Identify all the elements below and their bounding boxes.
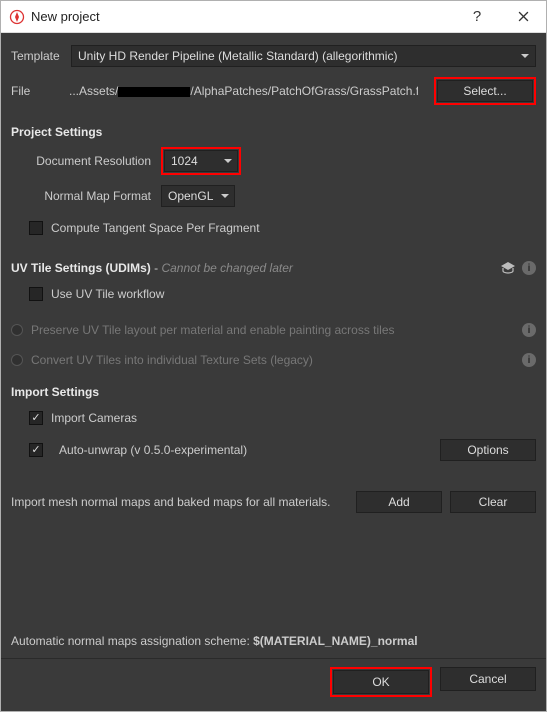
uv-settings-heading: UV Tile Settings (UDIMs) [11,261,151,275]
normal-fmt-dropdown[interactable]: OpenGL [161,185,235,207]
uv-convert-label: Convert UV Tiles into individual Texture… [31,353,313,367]
uv-convert-row: Convert UV Tiles into individual Texture… [11,353,536,367]
info-icon[interactable]: i [522,353,536,367]
graduation-cap-icon[interactable] [500,261,516,275]
auto-unwrap-row: Auto-unwrap (v 0.5.0-experimental) Optio… [29,439,536,461]
template-row: Template Unity HD Render Pipeline (Metal… [11,45,536,67]
uv-preserve-label: Preserve UV Tile layout per material and… [31,323,395,337]
close-button[interactable] [500,1,546,33]
redacted-segment [118,87,190,97]
compute-tangent-checkbox[interactable] [29,221,43,235]
file-row: File ...Assets//AlphaPatches/PatchOfGras… [11,77,536,105]
highlight-ok: OK [330,667,432,697]
template-select[interactable]: Unity HD Render Pipeline (Metallic Stand… [71,45,536,67]
cancel-button[interactable]: Cancel [440,667,536,691]
project-settings-heading: Project Settings [11,125,536,139]
window-title: New project [31,9,454,24]
doc-res-row: Document Resolution 1024 [29,147,536,175]
import-cameras-row: Import Cameras [29,407,536,429]
compute-tangent-row: Compute Tangent Space Per Fragment [29,217,536,239]
template-label: Template [11,49,63,63]
help-button[interactable]: ? [454,1,500,33]
import-normal-maps-row: Import mesh normal maps and baked maps f… [11,491,536,513]
file-label: File [11,84,61,98]
options-button[interactable]: Options [440,439,536,461]
import-cameras-label: Import Cameras [51,411,137,425]
import-cameras-checkbox[interactable] [29,411,43,425]
import-settings-heading: Import Settings [11,385,536,399]
file-path: ...Assets//AlphaPatches/PatchOfGrass/Gra… [69,84,418,98]
highlight-doc-res: 1024 [161,147,241,175]
uv-note: Cannot be changed later [161,261,292,275]
footer: Automatic normal maps assignation scheme… [11,634,536,701]
doc-res-label: Document Resolution [29,154,161,168]
normal-fmt-label: Normal Map Format [29,189,161,203]
uv-preserve-radio[interactable] [11,324,23,336]
uv-settings-heading-row: UV Tile Settings (UDIMs) - Cannot be cha… [11,261,536,275]
file-select-button[interactable]: Select... [437,80,533,102]
normal-fmt-row: Normal Map Format OpenGL [29,185,536,207]
highlight-select: Select... [434,77,536,105]
use-uv-workflow-label: Use UV Tile workflow [51,287,164,301]
ok-button[interactable]: OK [333,670,429,694]
auto-unwrap-label: Auto-unwrap (v 0.5.0-experimental) [59,443,247,457]
scheme-text: Automatic normal maps assignation scheme… [11,634,536,648]
app-icon [9,9,25,25]
doc-res-dropdown[interactable]: 1024 [164,150,238,172]
titlebar: New project ? [1,1,546,33]
uv-preserve-row: Preserve UV Tile layout per material and… [11,323,536,337]
template-value: Unity HD Render Pipeline (Metallic Stand… [78,49,397,63]
auto-unwrap-checkbox[interactable] [29,443,43,457]
import-normal-maps-text: Import mesh normal maps and baked maps f… [11,495,330,509]
uv-convert-radio[interactable] [11,354,23,366]
info-icon[interactable]: i [522,261,536,275]
dialog-body: Template Unity HD Render Pipeline (Metal… [1,33,546,711]
use-uv-workflow-row: Use UV Tile workflow [29,283,536,305]
add-button[interactable]: Add [356,491,442,513]
info-icon[interactable]: i [522,323,536,337]
compute-tangent-label: Compute Tangent Space Per Fragment [51,221,260,235]
new-project-dialog: New project ? Template Unity HD Render P… [0,0,547,712]
use-uv-workflow-checkbox[interactable] [29,287,43,301]
clear-button[interactable]: Clear [450,491,536,513]
